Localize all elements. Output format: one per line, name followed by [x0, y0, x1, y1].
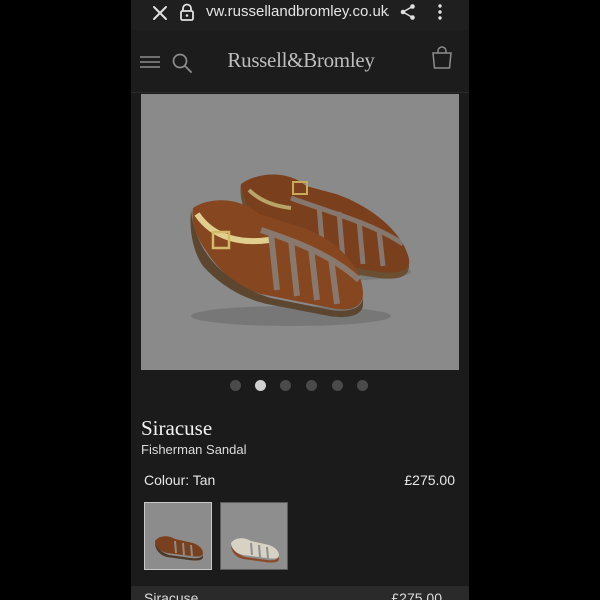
carousel-dot[interactable] [230, 380, 241, 391]
sticky-product-price: £275.00 [391, 590, 442, 600]
product-subtitle: Fisherman Sandal [141, 442, 247, 457]
carousel-dot-active[interactable] [255, 380, 266, 391]
url-text[interactable]: vw.russellandbromley.co.uk/s [206, 3, 389, 21]
close-icon[interactable] [151, 4, 169, 22]
product-price: £275.00 [404, 472, 455, 488]
product-name: Siracuse [141, 416, 213, 440]
brand-logo[interactable]: Russell&Bromley [226, 45, 376, 75]
colour-swatch-tan[interactable] [144, 502, 212, 570]
search-icon[interactable] [171, 52, 193, 74]
more-vertical-icon[interactable] [436, 3, 444, 21]
site-header: Russell&Bromley [131, 30, 469, 93]
shopping-bag-icon[interactable] [431, 46, 453, 70]
carousel-dot[interactable] [280, 380, 291, 391]
carousel-dots [131, 379, 469, 393]
sticky-product-name: Siracuse [144, 590, 199, 600]
product-image[interactable] [141, 94, 459, 370]
sticky-product-bar: Siracuse £275.00 [131, 586, 469, 600]
carousel-dot[interactable] [332, 380, 343, 391]
carousel-dot[interactable] [357, 380, 368, 391]
sandal-photo [141, 94, 459, 370]
phone-screen: vw.russellandbromley.co.uk/s Russell&Bro… [131, 0, 469, 600]
lock-icon[interactable] [179, 3, 195, 21]
browser-address-bar: vw.russellandbromley.co.uk/s [131, 0, 469, 30]
share-icon[interactable] [399, 3, 417, 21]
carousel-dot[interactable] [306, 380, 317, 391]
swatch-white-image [221, 503, 287, 569]
colour-label: Colour: Tan [144, 472, 216, 488]
swatch-tan-image [145, 503, 211, 569]
menu-icon[interactable] [139, 54, 161, 70]
colour-swatch-white[interactable] [220, 502, 288, 570]
